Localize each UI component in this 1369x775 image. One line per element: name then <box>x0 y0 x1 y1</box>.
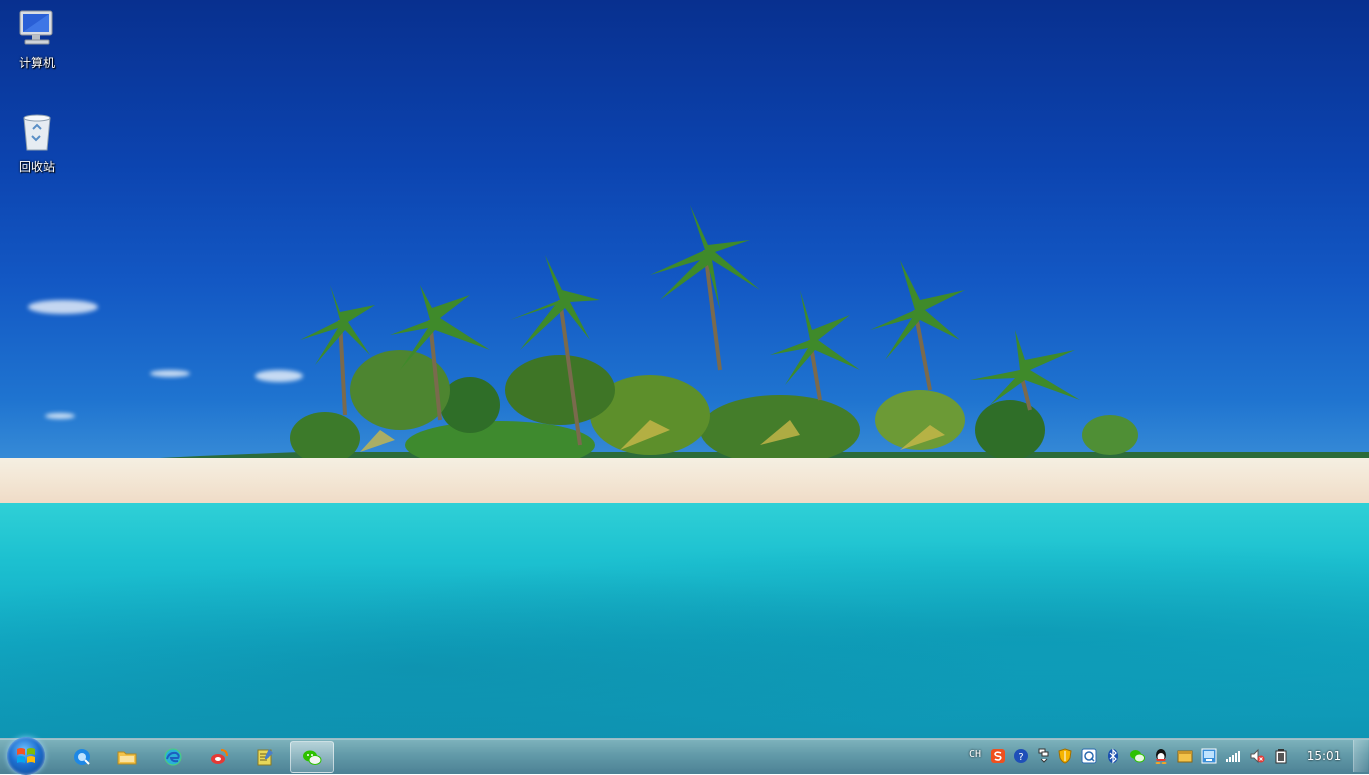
desktop[interactable]: 计算机 回收站 <box>0 0 1369 738</box>
display-icon[interactable] <box>1201 748 1217 764</box>
wallpaper-sea <box>0 503 1369 738</box>
taskbar-app-qq-browser[interactable] <box>61 741 103 771</box>
wechat-tray-icon[interactable] <box>1129 748 1145 764</box>
taskbar: CH ? 15:01 <box>0 737 1369 775</box>
taskbar-app-weibo[interactable] <box>198 741 240 771</box>
qq-tray-icon[interactable] <box>1153 748 1169 764</box>
desktop-icon-label: 回收站 <box>18 160 55 174</box>
show-desktop-button[interactable] <box>1353 740 1368 772</box>
wallpaper-island <box>0 205 1369 469</box>
desktop-icon-recycle-bin[interactable]: 回收站 <box>2 112 72 175</box>
network-adapter-icon[interactable] <box>1036 748 1052 764</box>
help-icon[interactable]: ? <box>1013 748 1029 764</box>
taskbar-app-file-explorer[interactable] <box>106 741 148 771</box>
signal-icon[interactable] <box>1225 748 1241 764</box>
file-explorer-icon <box>117 751 137 765</box>
taskbar-app-notepad[interactable] <box>244 741 286 771</box>
svg-text:?: ? <box>1018 752 1023 763</box>
bluetooth-icon[interactable] <box>1105 748 1121 764</box>
windows-logo-icon <box>17 748 35 763</box>
desktop-icon-computer[interactable]: 计算机 <box>2 8 72 71</box>
feedback-icon[interactable] <box>1081 748 1097 764</box>
qq-browser-icon <box>74 749 90 765</box>
computer-icon <box>16 8 58 50</box>
weibo-icon <box>211 749 228 764</box>
start-button[interactable] <box>7 737 45 775</box>
wechat-icon <box>303 750 322 765</box>
volume-muted-icon[interactable] <box>1249 748 1265 764</box>
recycle-bin-icon <box>16 112 58 154</box>
security-shield-icon[interactable] <box>1057 748 1073 764</box>
system-clock[interactable]: 15:01 <box>1300 749 1348 763</box>
taskbar-app-edge[interactable] <box>152 741 194 771</box>
language-indicator[interactable]: CH <box>969 749 981 760</box>
folder-tray-icon[interactable] <box>1177 748 1193 764</box>
edge-icon <box>164 748 182 766</box>
sogou-input-icon[interactable] <box>990 748 1006 764</box>
desktop-icon-label: 计算机 <box>18 56 55 70</box>
battery-icon[interactable] <box>1273 748 1289 764</box>
taskbar-app-wechat[interactable] <box>290 741 334 773</box>
notepad-icon <box>257 749 273 766</box>
